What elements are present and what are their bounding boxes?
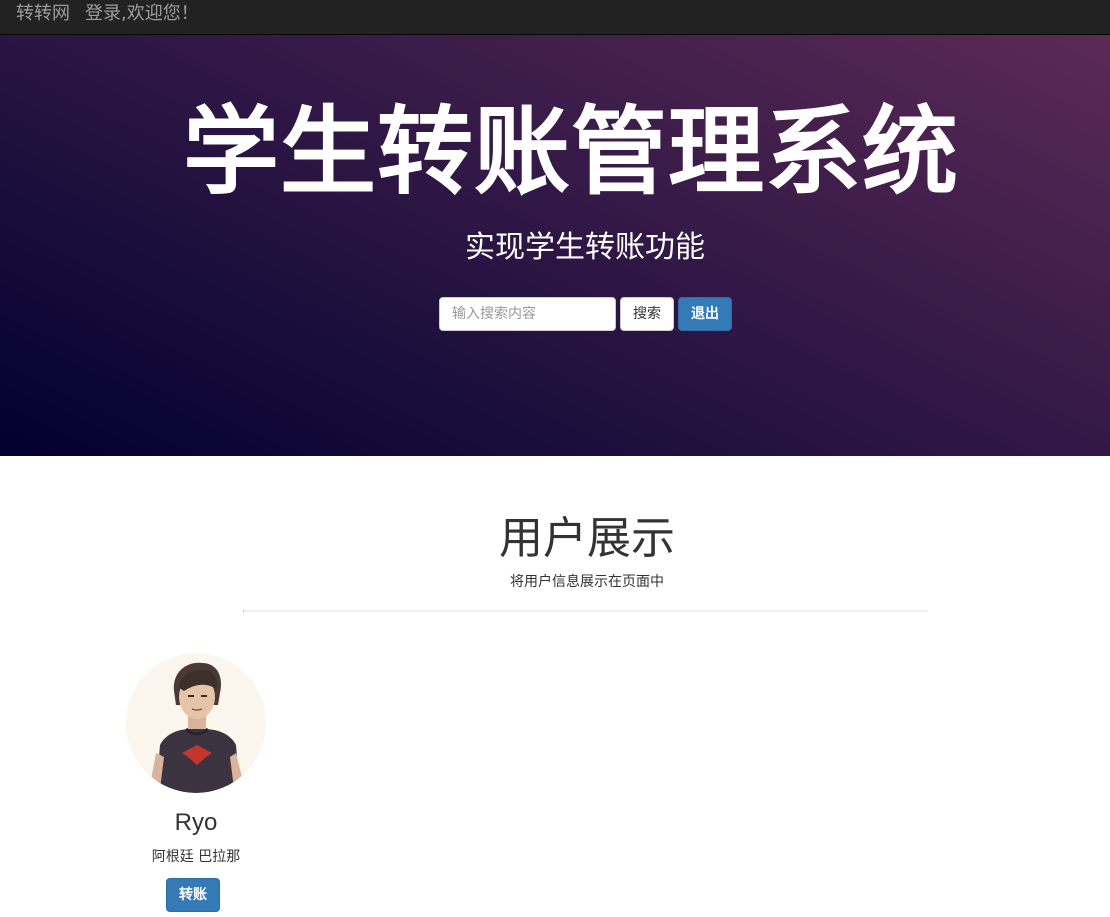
login-welcome-link[interactable]: 登录,欢迎您！ [85,3,199,25]
search-button[interactable]: 搜索 [620,297,674,331]
user-avatar-illustration [126,653,266,793]
section-subtitle: 将用户信息展示在页面中 [510,574,664,590]
section-divider [243,610,928,612]
user-location: 阿根廷 巴拉那 [151,849,241,865]
hero-subtitle: 实现学生转账功能 [465,230,705,265]
top-navbar: 转转网 登录,欢迎您！ [0,0,1110,35]
search-input[interactable] [439,297,616,331]
user-avatar [126,653,266,793]
section-title: 用户展示 [499,513,675,564]
hero-banner: 学生转账管理系统 实现学生转账功能 搜索 退出 [0,35,1110,456]
logout-button[interactable]: 退出 [678,297,732,331]
user-card: Ryo 阿根廷 巴拉那 转账 [120,650,272,917]
hero-title: 学生转账管理系统 [183,96,959,208]
brand-link[interactable]: 转转网 [16,3,70,25]
transfer-button[interactable]: 转账 [166,878,220,912]
user-name: Ryo [174,809,218,836]
